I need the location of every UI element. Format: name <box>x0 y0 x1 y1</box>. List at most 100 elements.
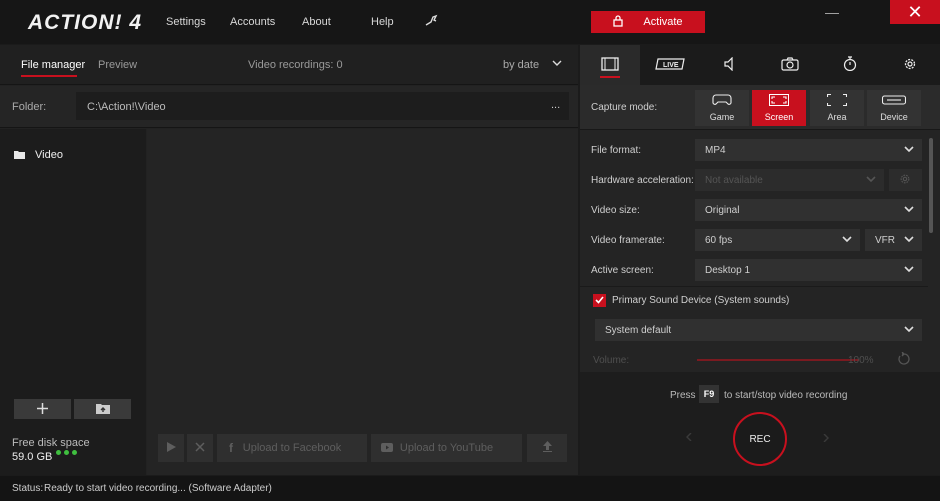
chevron-down-icon <box>904 324 914 336</box>
delete-button[interactable] <box>187 434 213 462</box>
folder-tree <box>0 129 146 475</box>
facebook-icon: f <box>229 441 233 455</box>
tab-screenshot[interactable] <box>760 45 820 85</box>
open-folder-button[interactable] <box>74 399 131 419</box>
youtube-icon <box>381 443 393 455</box>
record-button[interactable]: REC <box>733 412 787 466</box>
tab-file-manager[interactable]: File manager <box>21 59 85 71</box>
play-icon <box>166 441 176 455</box>
live-icon: LIVE <box>655 57 685 73</box>
capture-device-icon <box>881 94 907 109</box>
capture-mode-area[interactable]: Area <box>810 90 864 126</box>
framerate-mode-select[interactable]: VFR <box>865 229 922 251</box>
film-icon <box>601 56 619 74</box>
lock-icon <box>613 14 624 30</box>
recordings-list <box>147 129 578 475</box>
hw-accel-label: Hardware acceleration: <box>591 175 694 186</box>
sort-dropdown[interactable]: by date <box>503 59 539 71</box>
hotkey-badge: F9 <box>699 385 719 403</box>
menu-accounts[interactable]: Accounts <box>230 16 275 28</box>
framerate-select[interactable]: 60 fps <box>695 229 860 251</box>
capture-mode-device-label: Device <box>880 112 908 122</box>
hw-accel-value: Not available <box>705 174 763 186</box>
volume-label: Volume: <box>593 355 630 366</box>
capture-mode-game[interactable]: Game <box>695 90 749 126</box>
tree-item-video[interactable]: Video <box>35 149 63 161</box>
activate-button[interactable]: Activate <box>591 11 705 33</box>
chevron-down-icon <box>904 264 914 276</box>
sound-device-value: System default <box>605 324 672 336</box>
capture-mode-screen-label: Screen <box>764 112 794 122</box>
upload-facebook-button[interactable]: f Upload to Facebook <box>217 434 367 462</box>
activate-label: Activate <box>643 16 683 28</box>
tab-benchmark[interactable] <box>820 45 880 85</box>
folder-icon <box>14 150 25 162</box>
free-space-value: 59.0 GB <box>12 451 53 463</box>
chevron-down-icon[interactable] <box>552 58 562 71</box>
close-icon <box>195 441 205 455</box>
capture-mode-label: Capture mode: <box>591 102 658 113</box>
chevron-right-icon[interactable] <box>823 433 829 445</box>
fullscreen-icon <box>769 94 789 109</box>
tab-settings[interactable] <box>880 45 940 85</box>
hw-accel-select[interactable]: Not available <box>695 169 884 191</box>
chevron-left-icon[interactable] <box>686 432 692 443</box>
upload-button[interactable] <box>527 434 567 462</box>
upload-youtube-button[interactable]: Upload to YouTube <box>371 434 522 462</box>
speaker-icon <box>724 56 736 74</box>
app-logo: ACTION! 4 <box>28 11 142 34</box>
hw-accel-settings-button[interactable] <box>889 169 922 191</box>
browse-folder-button[interactable]: ... <box>551 99 560 111</box>
svg-text:LIVE: LIVE <box>663 62 679 69</box>
chevron-down-icon <box>866 174 876 186</box>
tab-audio-recording[interactable] <box>700 45 760 85</box>
volume-value: 100% <box>848 355 874 366</box>
reset-icon[interactable] <box>897 351 911 369</box>
tab-video-recording[interactable] <box>580 45 640 85</box>
volume-fill <box>697 359 859 361</box>
video-size-label: Video size: <box>591 205 640 216</box>
active-screen-select[interactable]: Desktop 1 <box>695 259 922 281</box>
framerate-label: Video framerate: <box>591 235 665 246</box>
free-space-label: Free disk space <box>12 437 90 449</box>
wrench-icon[interactable] <box>424 13 440 29</box>
menu-settings[interactable]: Settings <box>166 16 206 28</box>
folder-path: C:\Action!\Video <box>87 101 166 113</box>
play-button[interactable] <box>158 434 184 462</box>
press-label: Press <box>670 390 696 401</box>
sound-device-select[interactable]: System default <box>595 319 922 341</box>
file-format-select[interactable]: MP4 <box>695 139 922 161</box>
gear-icon <box>903 57 917 74</box>
tab-preview[interactable]: Preview <box>98 59 137 71</box>
gear-icon <box>899 173 911 188</box>
plus-icon <box>37 401 48 418</box>
divider <box>580 286 928 287</box>
hotkey-hint: to start/stop video recording <box>724 390 848 401</box>
tab-live-streaming[interactable]: LIVE <box>640 45 700 85</box>
settings-scrollbar[interactable] <box>929 138 933 233</box>
volume-slider[interactable] <box>697 359 859 361</box>
close-button[interactable]: ✕ <box>890 0 940 24</box>
capture-mode-device[interactable]: Device <box>867 90 921 126</box>
recordings-count: Video recordings: 0 <box>248 59 343 71</box>
menu-about[interactable]: About <box>302 16 331 28</box>
sound-device-checkbox[interactable] <box>593 294 606 307</box>
capture-mode-area-label: Area <box>827 112 847 122</box>
menu-help[interactable]: Help <box>371 16 394 28</box>
capture-mode-screen[interactable]: Screen <box>752 90 806 126</box>
upload-youtube-label: Upload to YouTube <box>399 442 494 454</box>
chevron-down-icon <box>904 144 914 156</box>
upload-icon <box>542 441 553 455</box>
minimize-button[interactable]: — <box>812 0 852 24</box>
upload-facebook-label: Upload to Facebook <box>242 442 342 454</box>
add-folder-button[interactable] <box>14 399 71 419</box>
tab-active-underline <box>600 76 620 78</box>
video-size-select[interactable]: Original <box>695 199 922 221</box>
folder-label: Folder: <box>12 101 47 113</box>
video-size-value: Original <box>705 204 740 216</box>
active-screen-label: Active screen: <box>591 265 654 276</box>
folder-upload-icon <box>95 401 110 418</box>
chevron-down-icon <box>904 204 914 216</box>
tab-active-underline <box>21 75 77 77</box>
framerate-value: 60 fps <box>705 234 733 246</box>
